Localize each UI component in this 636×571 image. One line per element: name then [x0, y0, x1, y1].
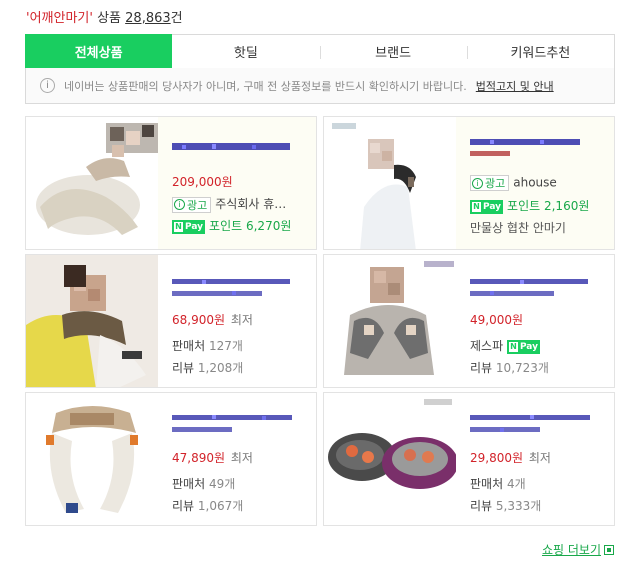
ad-seller-line: i 광고 ahouse [470, 175, 557, 191]
lowest-label: 최저 [528, 451, 551, 465]
product-label: 상품 [97, 11, 122, 26]
category-tabs: 전체상품 핫딜 브랜드 키워드추천 [25, 34, 615, 69]
ad-badge[interactable]: i 광고 [470, 175, 510, 191]
ad-seller-line: i 광고 주식회사 휴… [172, 195, 286, 213]
external-link-icon [604, 544, 614, 555]
product-thumbnail[interactable] [26, 255, 158, 387]
seller-line: 제스파 N Pay [470, 337, 544, 354]
legal-notice-link[interactable]: 법적고지 및 안내 [476, 78, 554, 94]
seller-name[interactable]: 주식회사 휴… [215, 197, 286, 211]
point-value: 6,270원 [245, 219, 292, 233]
npay-icon: N Pay [470, 199, 504, 214]
product-title-blurred[interactable] [172, 135, 298, 165]
count-suffix: 건 [170, 11, 183, 26]
npay-point-line: N Pay 포인트 2,160원 [470, 197, 589, 214]
tab-keyword[interactable]: 키워드추천 [466, 35, 614, 68]
product-title-blurred[interactable] [470, 135, 596, 165]
product-thumbnail[interactable] [324, 117, 456, 249]
product-card[interactable]: 29,800원 최저 판매처 4개 리뷰 5,333개 [323, 392, 615, 526]
product-card[interactable]: 68,900원 최저 판매처 127개 리뷰 1,208개 [25, 254, 317, 388]
seller-count-line: 판매처 127개 [172, 339, 243, 353]
product-card[interactable]: 49,000원 제스파 N Pay 리뷰 10,723개 [323, 254, 615, 388]
tab-hotdeal[interactable]: 핫딜 [172, 35, 319, 68]
ad-badge[interactable]: i 광고 [172, 196, 212, 213]
info-icon: i [40, 78, 55, 93]
result-header: '어깨안마기' 상품 28,863건 [26, 7, 183, 26]
point-label: 포인트 [209, 219, 243, 233]
npay-icon: N Pay [506, 339, 540, 354]
review-count-line[interactable]: 리뷰 5,333개 [470, 497, 541, 514]
tab-all-products[interactable]: 전체상품 [25, 34, 173, 69]
promo-text: 만물상 협찬 안마기 [470, 221, 566, 235]
product-thumbnail[interactable] [26, 117, 158, 249]
product-title-blurred[interactable] [172, 411, 298, 441]
product-thumbnail[interactable] [324, 393, 456, 525]
info-circle-icon: i [174, 199, 185, 210]
product-title-blurred[interactable] [470, 273, 596, 303]
point-label: 포인트 [507, 199, 541, 213]
product-card[interactable]: 209,000원 i 광고 주식회사 휴… N Pay 포인트 6,270원 [25, 116, 317, 250]
product-thumbnail[interactable] [26, 393, 158, 525]
review-count-line[interactable]: 리뷰 1,208개 [172, 359, 243, 376]
product-card[interactable]: 47,890원 최저 판매처 49개 리뷰 1,067개 [25, 392, 317, 526]
seller-name[interactable]: 제스파 [470, 339, 503, 353]
product-title-blurred[interactable] [470, 411, 596, 441]
product-price: 209,000원 [172, 175, 233, 189]
lowest-label: 최저 [230, 451, 253, 465]
seller-count-line: 판매처 49개 [172, 477, 236, 491]
npay-point-line: N Pay 포인트 6,270원 [172, 217, 291, 234]
notice-text: 네이버는 상품판매의 당사자가 아니며, 구매 전 상품정보를 반드시 확인하시… [64, 79, 467, 93]
review-count-line[interactable]: 리뷰 1,067개 [172, 497, 243, 514]
point-value: 2,160원 [543, 199, 590, 213]
search-query: '어깨안마기' [26, 11, 93, 26]
shopping-more-link[interactable]: 쇼핑 더보기 [542, 541, 614, 558]
product-price: 49,000원 [470, 313, 524, 327]
info-circle-icon: i [472, 177, 483, 189]
product-card[interactable]: i 광고 ahouse N Pay 포인트 2,160원 만물상 협찬 안마기 [323, 116, 615, 250]
lowest-label: 최저 [230, 313, 253, 327]
notice-bar: i 네이버는 상품판매의 당사자가 아니며, 구매 전 상품정보를 반드시 확인… [25, 68, 615, 104]
review-count-line[interactable]: 리뷰 10,723개 [470, 359, 549, 376]
product-price: 68,900원 최저 [172, 313, 253, 327]
product-price: 47,890원 최저 [172, 451, 253, 465]
result-count[interactable]: 28,863 [125, 11, 171, 26]
product-thumbnail[interactable] [324, 255, 456, 387]
product-title-blurred[interactable] [172, 273, 298, 303]
product-price: 29,800원 최저 [470, 451, 551, 465]
npay-icon: N Pay [172, 219, 206, 234]
seller-count-line: 판매처 4개 [470, 477, 526, 491]
seller-name[interactable]: ahouse [513, 176, 557, 190]
tab-brand[interactable]: 브랜드 [319, 35, 467, 68]
